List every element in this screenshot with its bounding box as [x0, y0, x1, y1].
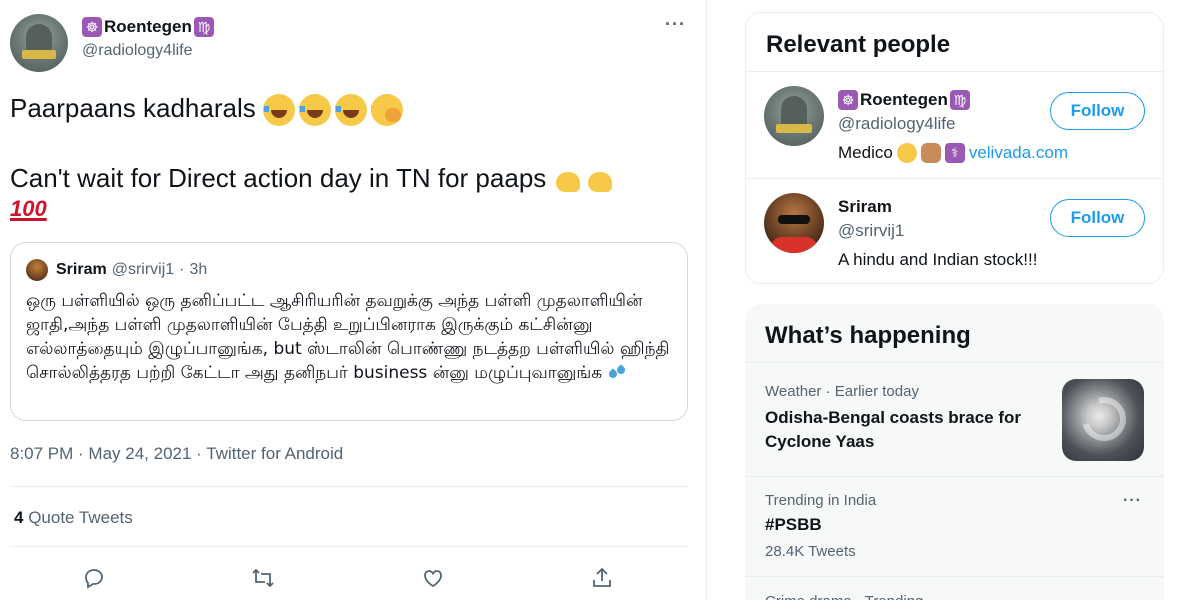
quoted-author-handle[interactable]: @srirvij1 [112, 260, 174, 280]
tweet-text-line-1: Paarpaans kadharals [10, 93, 256, 123]
trend-title: Cyclone Yaas [765, 432, 875, 451]
author-avatar[interactable] [10, 14, 68, 72]
smiling-face-icon [896, 143, 917, 163]
person-name[interactable]: Sriram [838, 196, 892, 218]
quote-count: 4 [14, 508, 24, 527]
tweet-text: Paarpaans kadharals Can't wait for Direc… [10, 90, 690, 222]
whats-happening-panel: What’s happening Weather · Earlier today… [745, 304, 1164, 600]
quote-label: Quote Tweets [28, 508, 133, 527]
hundred-points-icon: 100 [10, 196, 47, 222]
divider [746, 178, 1163, 179]
sweat-droplets-icon [608, 366, 626, 380]
divider [745, 362, 1164, 363]
trend-count: 28.4K Tweets [765, 543, 856, 560]
more-options-icon[interactable]: ··· [665, 14, 686, 35]
trend-title: Odisha-Bengal coasts brace for [765, 408, 1022, 427]
reply-icon[interactable] [77, 562, 111, 594]
person-avatar[interactable] [764, 193, 824, 253]
hand-over-mouth-icon [370, 94, 403, 127]
wheel-emoji-icon: ☸ [82, 17, 102, 37]
trend-meta: Trending in India [765, 492, 877, 509]
author-handle[interactable]: @radiology4life [82, 40, 214, 62]
person-bio: A hindu and Indian stock!!! [838, 250, 1038, 269]
man-emoji-icon [920, 143, 941, 163]
relevant-people-panel: Relevant people ☸ Roentegen ♍ @radiology… [745, 12, 1164, 284]
wheel-emoji-icon: ☸ [838, 90, 858, 110]
person-handle[interactable]: @srirvij1 [838, 220, 904, 242]
divider [746, 71, 1163, 72]
trend-more-icon[interactable]: ··· [1123, 492, 1142, 510]
retweet-icon[interactable] [246, 562, 280, 594]
relevant-people-title: Relevant people [766, 31, 951, 58]
quoted-author-avatar[interactable] [26, 259, 48, 281]
quoted-time[interactable]: 3h [190, 260, 208, 280]
avatar-band [776, 124, 812, 133]
tears-of-joy-icon [262, 94, 304, 127]
quoted-tweet-text: ஒரு பள்ளியில் ஒரு தனிப்பட்ட ஆசிரியரின் த… [26, 291, 670, 383]
tweet-line-1: Paarpaans kadharals [10, 90, 690, 127]
cyclone-thumbnail[interactable] [1062, 379, 1144, 461]
person-bio-text: Medico [838, 143, 893, 162]
person-bio: Medico ⚕ velivada.com [838, 142, 1068, 164]
emoji-group-2 [554, 164, 614, 196]
person-avatar[interactable] [764, 86, 824, 146]
quoted-separator: · [179, 261, 185, 278]
quoted-tweet-header: Sriram @srirvij1 · 3h [56, 260, 207, 280]
tweet-timestamp[interactable]: 8:07 PM · May 24, 2021 · Twitter for And… [10, 443, 343, 465]
tweet-text-line-2: Can't wait for Direct action day in TN f… [10, 163, 547, 194]
divider [10, 546, 688, 547]
divider [745, 476, 1164, 477]
trend-title: #PSBB [765, 515, 822, 534]
person-handle[interactable]: @radiology4life [838, 113, 955, 135]
bio-link[interactable]: velivada.com [969, 142, 1068, 164]
author-block[interactable]: ☸ Roentegen ♍ @radiology4life [82, 16, 214, 62]
shirt-shape [770, 237, 818, 253]
follow-button[interactable]: Follow [1050, 199, 1145, 237]
medical-symbol-icon: ⚕ [944, 143, 965, 163]
avatar-band [22, 50, 56, 59]
whats-happening-title: What’s happening [765, 322, 971, 349]
divider [10, 486, 688, 487]
quote-tweets-stat[interactable]: 4 Quote Tweets [14, 507, 133, 529]
tweet-actions [0, 562, 707, 594]
virgo-emoji-icon: ♍ [949, 90, 970, 110]
person-name-row[interactable]: ☸ Roentegen ♍ [838, 89, 970, 111]
tears-of-joy-icon [334, 94, 376, 127]
tears-of-joy-icon [298, 94, 340, 127]
share-icon[interactable] [585, 562, 619, 594]
tweet-line-2: Can't wait for Direct action day in TN f… [10, 160, 690, 222]
flexed-biceps-icon [586, 164, 614, 196]
cyclone-swirl [1073, 388, 1135, 450]
quoted-tweet[interactable]: Sriram @srirvij1 · 3h ஒரு பள்ளியில் ஒரு … [10, 242, 688, 421]
quoted-tweet-body: ஒரு பள்ளியில் ஒரு தனிப்பட்ட ஆசிரியரின் த… [26, 289, 676, 385]
author-name[interactable]: Roentegen [104, 16, 192, 38]
trend-meta: Crime drama · Trending [765, 592, 923, 600]
person-name[interactable]: Roentegen [860, 89, 948, 111]
author-name-row[interactable]: ☸ Roentegen ♍ [82, 16, 214, 38]
flexed-biceps-icon [554, 164, 582, 196]
follow-button[interactable]: Follow [1050, 92, 1145, 130]
sunglasses-shape [778, 215, 810, 224]
tweet-column: ☸ Roentegen ♍ @radiology4life ··· Paarpa… [0, 0, 707, 600]
trend-meta: Weather · Earlier today [765, 383, 919, 400]
divider [745, 576, 1164, 577]
virgo-emoji-icon: ♍ [193, 17, 214, 37]
quoted-author-name[interactable]: Sriram [56, 260, 107, 280]
emoji-group-1 [262, 94, 403, 127]
like-icon[interactable] [416, 562, 450, 594]
